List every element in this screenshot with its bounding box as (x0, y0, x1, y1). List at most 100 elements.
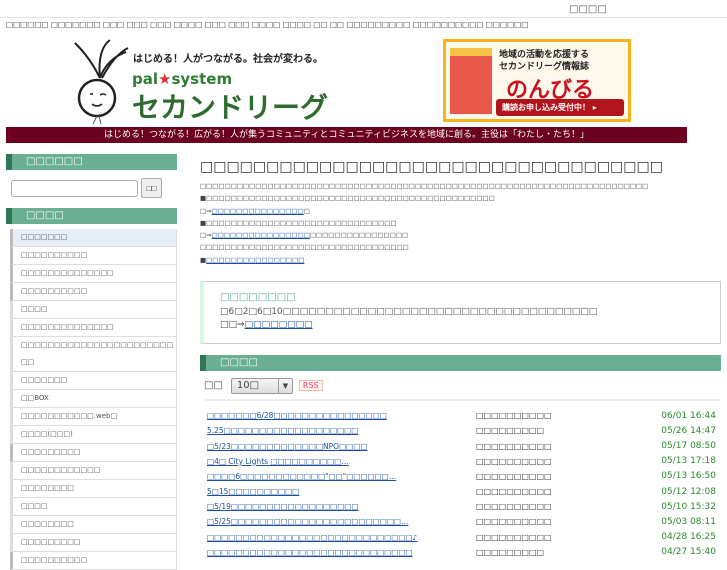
subscribe-button[interactable]: 購読お申し込み受付中！ ▸ (496, 99, 624, 116)
chevron-down-icon: ▼ (277, 378, 292, 393)
notice-title: □□□□□□□□ (220, 292, 296, 304)
top-bar: □□□□ (0, 0, 727, 18)
intro-link[interactable]: □□□□□□□□□□□□□□□ (212, 207, 304, 215)
news-title-link[interactable]: 5.25□□□□□□□□□□□□□□□□□□□ (200, 426, 470, 435)
news-author: □□□□□□□□□□ (476, 517, 552, 527)
menu-item[interactable]: □□□□□□□□□□□□□□ (10, 319, 177, 337)
news-author: □□□□□□□□□ (476, 547, 545, 557)
count-select[interactable]: 10□ ▼ (230, 377, 293, 394)
rss-button[interactable]: RSS (298, 380, 323, 392)
news-author: □□□□□□□□□□ (476, 411, 552, 421)
news-date: 05/12 12:08 (661, 486, 716, 497)
news-author: □□□□□□□□□ (476, 426, 545, 436)
intro-link[interactable]: □□□□□□□□□□□□□□□□ (212, 231, 310, 239)
news-date: 06/01 16:44 (661, 410, 716, 421)
arrow-text: □⇒ (200, 206, 212, 215)
logo-name: セカンドリーグ (132, 91, 329, 124)
menu-item[interactable]: □□□□□□□□□ (10, 444, 177, 462)
news-date: 04/27 15:40 (661, 547, 716, 558)
text: □□□□□□□□□□□□□□□□ (309, 231, 409, 240)
news-section-header: □□□□ (200, 355, 721, 372)
search-button[interactable]: □□ (141, 178, 162, 198)
news-date: 05/13 16:50 (661, 471, 716, 482)
notice-link[interactable]: □□□□□□□□ (245, 320, 313, 330)
menu-item[interactable]: □□□□□□□□□□ (10, 283, 177, 301)
news-title-link[interactable]: □5/19□□□□□□□□□□□□□□□□□□ (200, 502, 470, 511)
menu-item[interactable]: □□□□ (10, 301, 177, 319)
menu-item[interactable]: □□□□□□□□ (10, 480, 177, 498)
slogan-banner: はじめる！つながる！広がる！人が集うコミュニティとコミュニティビジネスを地域に創… (6, 127, 687, 143)
search-section-header: □□□□□□ (6, 154, 177, 170)
news-row: □5/23□□□□□□□□□□□□□NPO□□□□ □□□□□□□□□□ 05/17… (200, 438, 721, 453)
text: □□⇒ (220, 320, 245, 331)
intro-line: □□□□□□□□□□□□□□□□□□□□□□□□□□□□□□□□□□ (200, 243, 409, 252)
news-author: □□□□□□□□□□ (476, 502, 552, 512)
sidebar: □□□□□□ □□ □□□□ □□□□□□□ □□□□□□□□□□ □□□□□□□□… (6, 154, 177, 570)
news-row: 5□15□□□□□□□□□□ □□□□□□□□□□ 05/12 12:08 (200, 484, 721, 499)
news-row: □5/25□□□□□□□□□□□□□□□□□□□□□□□□… □□□□□□□□□□… (200, 514, 721, 529)
notice-more: □□⇒□□□□□□□□ (220, 320, 714, 330)
ad-line: セカンドリーグ情報誌 (499, 62, 590, 72)
menu-item[interactable]: □□BOX (10, 390, 177, 408)
intro-line: ■□□□□□□□□□□□□□□□□ (200, 254, 721, 266)
notice-message: □6□2□6□10□□□□□□□□□□□□□□□□□□□□□□□□□□□□□□□… (220, 307, 598, 318)
news-controls: □□ 10□ ▼ RSS (204, 377, 721, 394)
menu-section-header: □□□□ (6, 208, 177, 224)
news-author: □□□□□□□□□□ (476, 471, 552, 481)
news-date: 05/10 15:32 (661, 501, 716, 512)
news-title-link[interactable]: □□□□□□□□□□□□□□□□□□□□□□□□□□□□□♪ (200, 533, 470, 542)
arrow-text: □⇒ (200, 231, 212, 240)
news-row: □□□□□□□6/28□□□□□□□□□□□□□□□□ □□□□□□□□□□ 06/… (200, 408, 721, 423)
news-author: □□□□□□□□□□ (476, 487, 552, 497)
news-author: □□□□□□□□□□ (476, 441, 552, 451)
menu-item[interactable]: □□□□□□□□□□□□□□□□□□□□□□□□□ (10, 337, 177, 372)
news-row: 5.25□□□□□□□□□□□□□□□□□□□ □□□□□□□□□ 05/26 14… (200, 423, 721, 438)
news-title-link[interactable]: □□□□6□□□□□□□□□□□□"□□"□□□□□□… (200, 472, 470, 481)
menu-item[interactable]: □□□□□□□□ (10, 516, 177, 534)
nonbiru-ad-banner[interactable]: 地域の活動を応援する セカンドリーグ情報誌 のんびる 購読お申し込み受付中！ ▸ (443, 39, 631, 122)
logo-tagline: はじめる！人がつながる。社会が変わる。 (133, 54, 323, 65)
news-author: □□□□□□□□□□ (476, 456, 552, 466)
news-list: □□□□□□□6/28□□□□□□□□□□□□□□□□ □□□□□□□□□□ 06/… (200, 408, 721, 560)
text: □ (303, 206, 310, 215)
news-author: □□□□□□□□□□ (476, 532, 552, 542)
search-input[interactable] (11, 179, 138, 197)
news-row: □5/19□□□□□□□□□□□□□□□□□□ □□□□□□□□□□ 05/10 1… (200, 499, 721, 514)
divider (204, 399, 721, 402)
menu-item[interactable]: □□□□(□□□) (10, 426, 177, 444)
intro-line: □⇒□□□□□□□□□□□□□□□□□□□□□□□□□□□□□□□□ (200, 229, 721, 241)
intro-link[interactable]: □□□□□□□□□□□□□□□□ (206, 256, 304, 264)
page-title: □□□□□□□□□□□□□□□□□□□□□□□□□□□□□□□□□□□ (200, 159, 663, 175)
news-row: □□□□6□□□□□□□□□□□□"□□"□□□□□□… □□□□□□□□□□ 05… (200, 469, 721, 484)
site-logo[interactable]: はじめる！人がつながる。社会が変わる。 pal★system セカンドリーグ (70, 38, 360, 124)
menu-item[interactable]: □□□□□□□□□□□□ (10, 462, 177, 480)
news-title-link[interactable]: □5/23□□□□□□□□□□□□□NPO□□□□ (200, 442, 470, 451)
show-label: □□ (204, 380, 223, 392)
main-content: □□□□□□□□□□□□□□□□□□□□□□□□□□□□□□□□□□□ □□□□… (200, 156, 721, 560)
news-date: 05/13 17:18 (661, 456, 716, 467)
intro-line: ■□□□□□□□□□□□□□□□□□□□□□□□□□□□□□□□□□□□□□□□… (200, 194, 495, 203)
news-title-link[interactable]: □4□ City Lights □□□□□□□□□□… (200, 457, 470, 466)
news-title-link[interactable]: 5□15□□□□□□□□□□ (200, 487, 470, 496)
intro-line: □□□□□□□□□□□□□□□□□□□□□□□□□□□□□□□□□□□□□□□□… (200, 182, 649, 190)
menu-item[interactable]: □□□□□□□ (10, 229, 177, 247)
top-link[interactable]: □□□□ (569, 4, 607, 15)
menu-item[interactable]: □□□□ (10, 498, 177, 516)
menu-item[interactable]: □□□□□□□□□□ (10, 247, 177, 265)
select-value: 10□ (236, 379, 260, 391)
menu-item[interactable]: □□□□□□□□□ (10, 534, 177, 552)
magazine-cover-image (450, 48, 492, 114)
menu-list: □□□□□□□ □□□□□□□□□□ □□□□□□□□□□□□□□ □□□□□□□□□… (6, 229, 177, 570)
news-title-link[interactable]: □5/25□□□□□□□□□□□□□□□□□□□□□□□□… (200, 517, 470, 526)
news-title-link[interactable]: □□□□□□□□□□□□□□□□□□□□□□□□□□□□□ (200, 548, 470, 557)
news-title-link[interactable]: □□□□□□□6/28□□□□□□□□□□□□□□□□ (200, 411, 470, 420)
menu-item[interactable]: □□□□□□□□□□□.web□ (10, 408, 177, 426)
menu-item[interactable]: □□□□□□□ (10, 372, 177, 390)
onion-mascot-icon (74, 39, 129, 124)
menu-item[interactable]: □□□□□□□□□□□□□□ (10, 265, 177, 283)
news-row: □□□□□□□□□□□□□□□□□□□□□□□□□□□□□ □□□□□□□□□ 04… (200, 545, 721, 560)
news-row: □□□□□□□□□□□□□□□□□□□□□□□□□□□□□♪ □□□□□□□□□□… (200, 530, 721, 545)
menu-item[interactable]: □□□□□□□□□□ (10, 552, 177, 570)
intro-text: □□□□□□□□□□□□□□□□□□□□□□□□□□□□□□□□□□□□□□□□… (200, 180, 721, 266)
intro-line: ■□□□□□□□□□□□□□□□□□□□□□□□□□□□□□□□ (200, 218, 397, 227)
